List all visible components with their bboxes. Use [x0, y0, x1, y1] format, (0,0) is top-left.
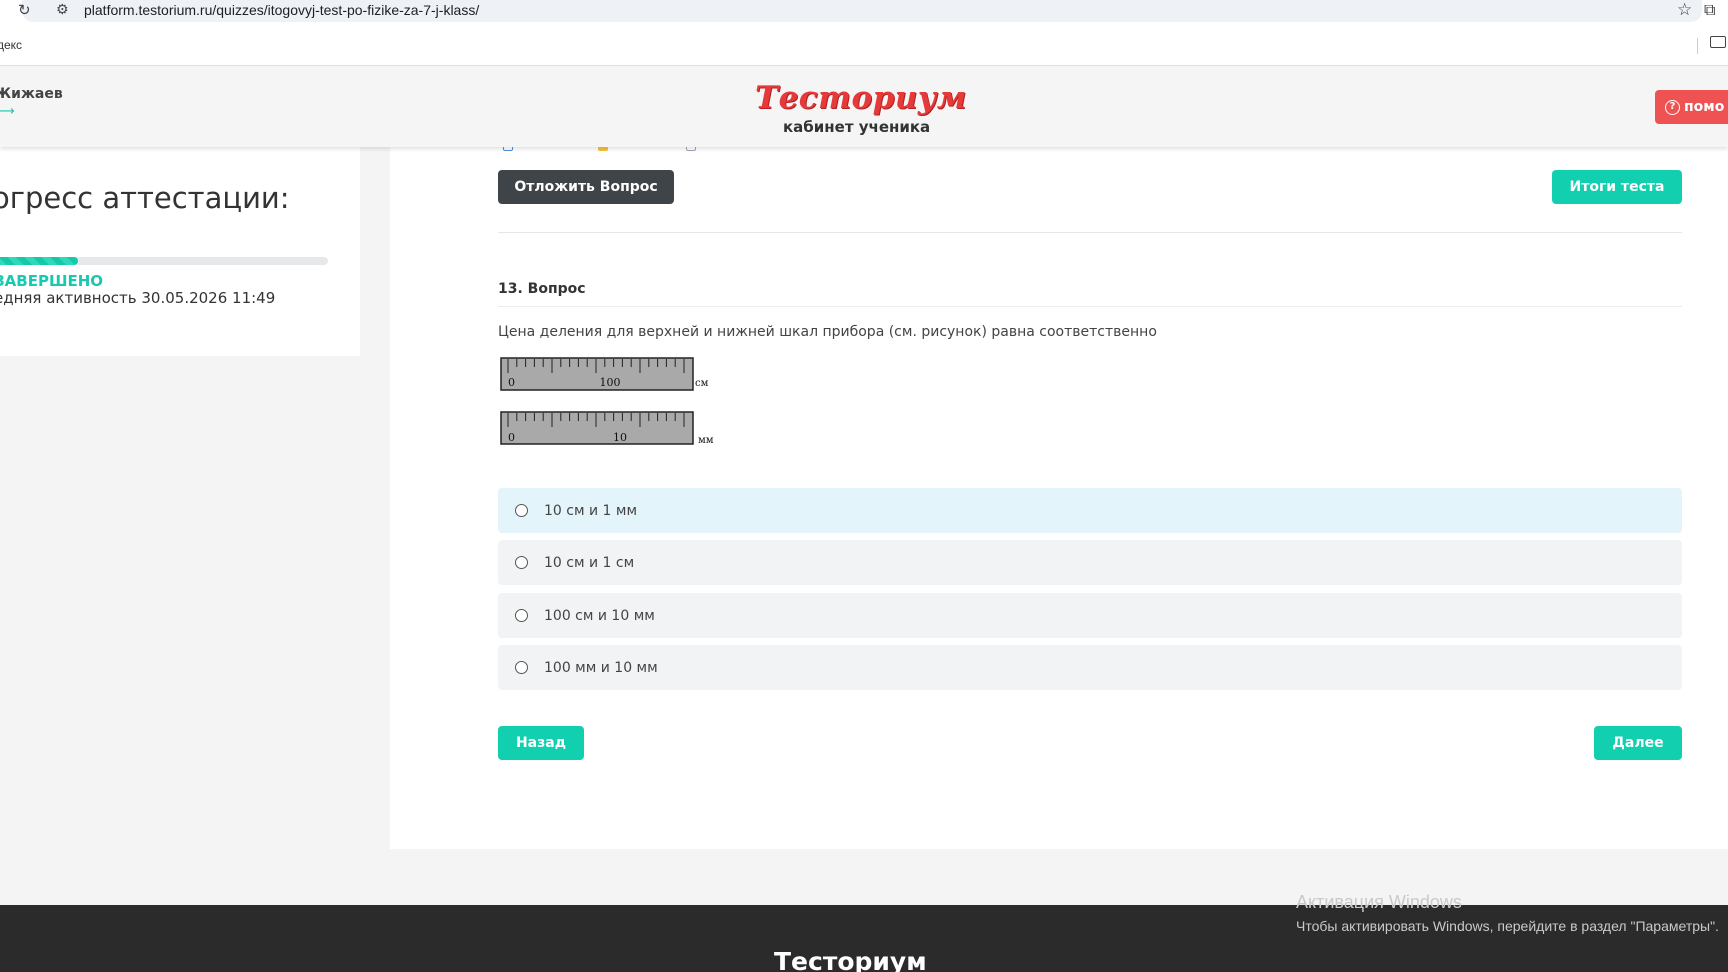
extensions-icon[interactable]: ⧉ — [1704, 0, 1715, 20]
test-results-button[interactable]: Итоги теста — [1552, 170, 1682, 204]
ruler-body — [500, 411, 694, 445]
footer-logo[interactable]: Тесториум — [774, 947, 927, 972]
logo-subtitle: кабинет ученика — [783, 118, 931, 136]
answer-label: 10 см и 1 см — [544, 554, 635, 571]
radio-button[interactable] — [515, 609, 528, 622]
top-ruler: 0 100 см — [500, 357, 709, 391]
site-footer: Тесториум — [0, 905, 1728, 972]
bookmark-item[interactable]: декс — [0, 38, 22, 52]
logout-arrow-icon[interactable]: ⟶ — [0, 104, 15, 119]
ruler-start-label: 0 — [508, 431, 515, 444]
answer-option[interactable]: 100 мм и 10 мм — [498, 645, 1682, 690]
browser-address-bar-area: ↻ ⚙ platform.testorium.ru/quizzes/itogov… — [0, 0, 1728, 26]
address-bar[interactable]: ↻ ⚙ platform.testorium.ru/quizzes/itogov… — [18, 0, 1702, 22]
ruler-body — [500, 357, 694, 391]
folder-icon[interactable] — [1710, 36, 1726, 48]
site-logo[interactable]: Тесториум — [755, 80, 967, 116]
question-text: Цена деления для верхней и нижней шкал п… — [498, 324, 1157, 340]
answer-label: 100 мм и 10 мм — [544, 659, 658, 676]
radio-button[interactable] — [515, 504, 528, 517]
bookmark-star-icon[interactable]: ☆ — [1677, 0, 1692, 20]
help-button[interactable]: ? помо — [1655, 90, 1728, 124]
reload-icon[interactable]: ↻ — [18, 1, 31, 19]
last-activity: едняя активность 30.05.2026 11:49 — [0, 289, 276, 307]
radio-button[interactable] — [515, 556, 528, 569]
site-settings-icon[interactable]: ⚙ — [56, 2, 69, 18]
windows-activation-subtitle: Чтобы активировать Windows, перейдите в … — [1296, 918, 1719, 934]
question-title: 13. Вопрос — [498, 281, 586, 297]
answer-label: 10 см и 1 мм — [544, 502, 638, 519]
ruler-figure: 0 100 см 0 10 мм — [500, 357, 714, 446]
answer-option[interactable]: 10 см и 1 мм — [498, 488, 1682, 533]
windows-activation-title: Активация Windows — [1296, 892, 1462, 912]
ruler-start-label: 0 — [508, 376, 515, 389]
next-button[interactable]: Далее — [1594, 726, 1682, 760]
help-icon: ? — [1665, 99, 1680, 115]
back-button[interactable]: Назад — [498, 726, 584, 760]
radio-button[interactable] — [515, 661, 528, 674]
url-text[interactable]: platform.testorium.ru/quizzes/itogovyj-t… — [84, 2, 479, 18]
bookmarks-bar: декс — [0, 26, 1728, 66]
ruler-mark-label: 100 — [600, 376, 621, 389]
progress-bar — [0, 257, 328, 265]
progress-bar-fill — [0, 257, 78, 265]
ruler-unit-label: см — [695, 378, 709, 389]
answer-option[interactable]: 10 см и 1 см — [498, 540, 1682, 585]
divider — [498, 232, 1682, 233]
ruler-unit-label: мм — [698, 435, 714, 446]
bookmarks-separator — [1697, 38, 1698, 54]
question-card: Отложить Вопрос Итоги теста 13. Вопрос Ц… — [390, 141, 1728, 849]
help-label: помо — [1684, 99, 1725, 115]
site-header: Жижаев ⟶ Тесториум кабинет ученика ? пом… — [0, 66, 1728, 147]
progress-title: огресс аттестации: — [0, 181, 290, 215]
status-badge: ЗАВЕРШЕНО — [0, 272, 104, 290]
postpone-question-button[interactable]: Отложить Вопрос — [498, 170, 674, 204]
answer-label: 100 см и 10 мм — [544, 607, 655, 624]
user-name[interactable]: Жижаев — [0, 86, 63, 102]
progress-card: огресс аттестации: ЗАВЕРШЕНО едняя актив… — [0, 147, 360, 356]
ruler-mark-label: 10 — [613, 431, 627, 444]
answer-option[interactable]: 100 см и 10 мм — [498, 593, 1682, 638]
bottom-ruler: 0 10 мм — [500, 411, 714, 446]
divider — [498, 306, 1682, 307]
